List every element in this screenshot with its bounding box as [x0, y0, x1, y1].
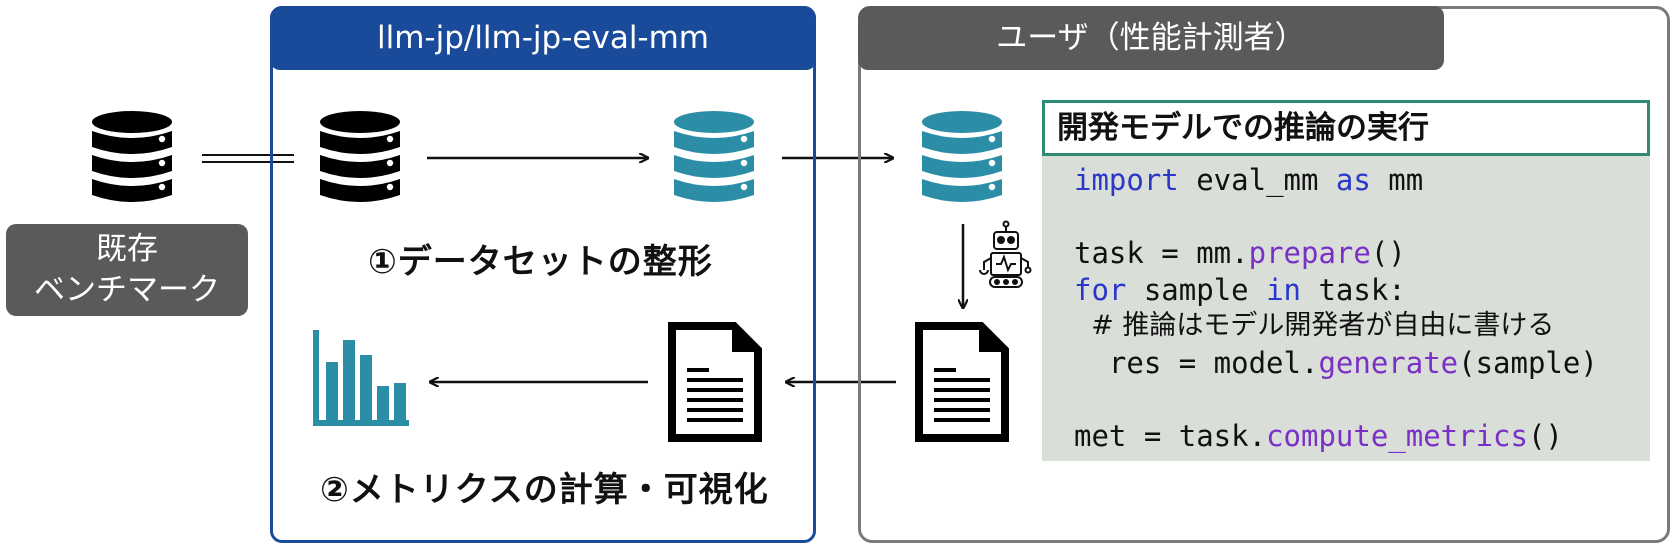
- code-line-8: met = task.compute_metrics(): [1074, 418, 1598, 455]
- code-token: mm: [1370, 163, 1424, 197]
- code-line-5: # 推論はモデル開発者が自由に書ける: [1074, 310, 1555, 341]
- code-line-4: for sample in task:: [1074, 272, 1598, 309]
- code-token: eval_mm: [1178, 163, 1336, 197]
- code-line-6: res = model.generate(sample): [1074, 345, 1598, 382]
- step2-label: ②メトリクスの計算・可視化: [320, 470, 769, 510]
- repo-panel-title: llm-jp/llm-jp-eval-mm: [270, 6, 816, 70]
- code-token: task:: [1301, 272, 1406, 307]
- code-keyword: in: [1266, 272, 1301, 307]
- code-keyword: as: [1335, 163, 1371, 197]
- benchmark-label-line1: 既存: [96, 231, 158, 267]
- benchmark-label-line2: ベンチマーク: [34, 272, 220, 308]
- code-token: (): [1527, 418, 1563, 453]
- code-keyword: import: [1074, 163, 1179, 197]
- code-token: res = model.: [1074, 345, 1319, 380]
- code-token: (sample): [1458, 345, 1598, 380]
- code-token: (): [1370, 236, 1406, 270]
- user-panel-title: ユーザ（性能計測者）: [858, 6, 1444, 70]
- code-token: task = mm.: [1074, 236, 1249, 270]
- benchmark-database-icon: [92, 111, 172, 202]
- code-line-3: task = mm.prepare(): [1074, 235, 1598, 272]
- code-block-title: 開発モデルでの推論の実行: [1042, 100, 1650, 156]
- code-keyword: for: [1074, 272, 1127, 307]
- code-token: sample: [1126, 272, 1267, 307]
- benchmark-label: 既存 ベンチマーク: [6, 224, 248, 316]
- code-line-1: import eval_mm as mm: [1074, 162, 1598, 199]
- code-function: compute_metrics: [1266, 418, 1528, 453]
- code-text: import eval_mm as mm task = mm.prepare()…: [1074, 162, 1598, 454]
- code-function: prepare: [1248, 236, 1371, 270]
- code-function: generate: [1318, 345, 1459, 380]
- code-token: met = task.: [1074, 418, 1267, 453]
- step1-label: ①データセットの整形: [368, 242, 713, 282]
